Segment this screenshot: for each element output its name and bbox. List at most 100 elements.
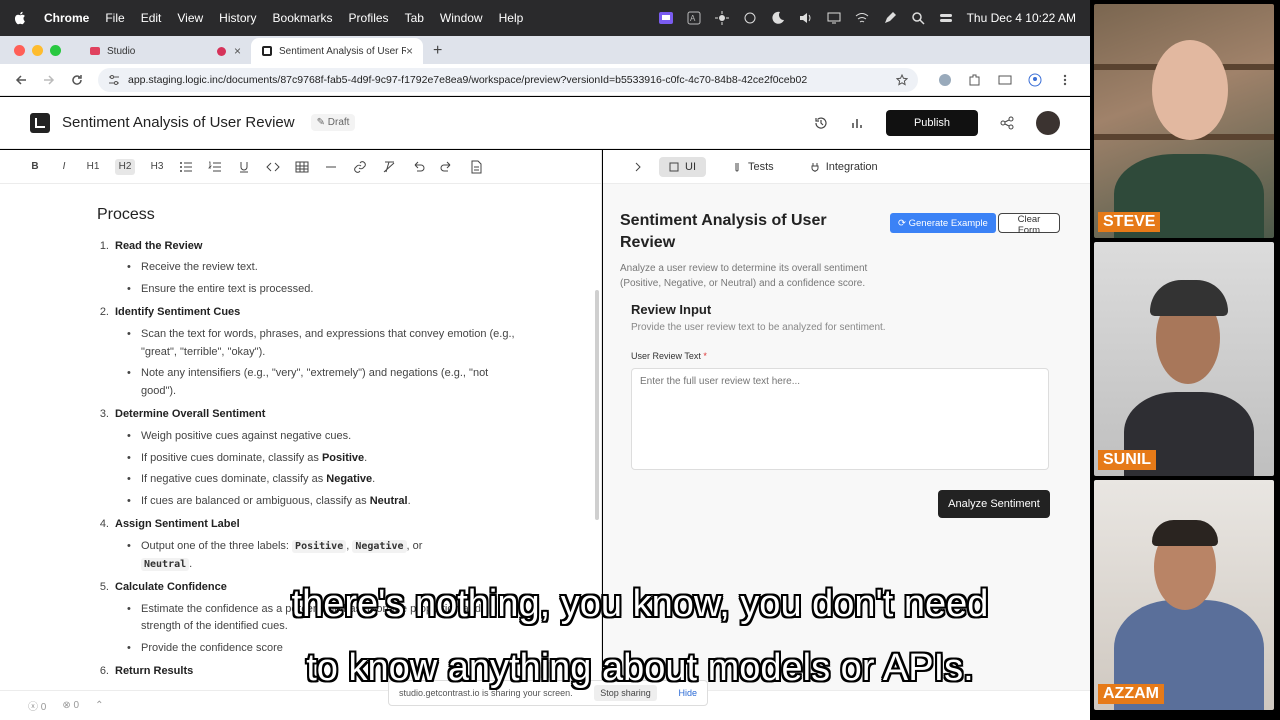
list-item: Scan the text for words, phrases, and ex… [127,326,517,361]
app-header: Sentiment Analysis of User Review ✎ Draf… [0,97,1090,149]
link-icon[interactable] [353,159,367,175]
profile-icon[interactable] [1028,73,1042,87]
maximize-window-button[interactable] [50,44,61,56]
participant-video-tile[interactable]: STEVE [1094,4,1274,238]
volume-icon[interactable] [799,11,813,25]
back-arrow-icon[interactable] [14,73,28,87]
numbered-list-icon[interactable] [208,159,222,175]
participant-video-tile[interactable]: AZZAM [1094,480,1274,710]
version-history-icon[interactable] [814,116,828,130]
table-icon[interactable] [295,159,309,175]
list-item: If cues are balanced or ambiguous, class… [127,493,517,511]
analyze-sentiment-button[interactable]: Analyze Sentiment [938,490,1050,518]
heading1-button[interactable]: H1 [86,159,100,175]
bookmark-star-icon[interactable] [896,73,908,86]
menubar-clock[interactable]: Thu Dec 4 10:22 AM [967,11,1076,25]
minimize-window-button[interactable] [32,44,43,56]
browser-menu-icon[interactable] [1058,73,1072,87]
process-step[interactable]: 1. Read the Review Receive the review tex… [97,238,517,299]
document-icon[interactable] [469,159,483,175]
undo-icon[interactable] [411,159,425,175]
menu-edit[interactable]: Edit [141,11,162,25]
tab-studio[interactable]: Studio × [79,38,251,64]
gamepad-icon[interactable] [743,11,757,25]
warnings-count[interactable]: ⊗ 0 [62,700,79,711]
clear-form-button[interactable]: Clear Form [998,213,1060,236]
translate-icon[interactable]: A [687,11,701,25]
close-tab-icon[interactable]: × [234,44,241,58]
section-heading-process[interactable]: Process [97,202,517,228]
tab-title: Studio [107,45,136,57]
horizontal-rule-icon[interactable] [324,159,338,175]
heading2-button[interactable]: H2 [115,158,135,175]
process-step[interactable]: 3. Determine Overall Sentiment Weigh posi… [97,406,517,510]
screen-share-icon[interactable] [658,11,673,25]
logic-logo-icon[interactable] [30,112,50,133]
heading3-button[interactable]: H3 [150,159,164,175]
bullet-list-icon[interactable] [179,159,193,175]
editor-toolbar: B I H1 H2 H3 [0,150,601,184]
moon-icon[interactable] [771,11,785,25]
section-subtitle: Provide the user review text to be analy… [631,322,886,333]
media-controls-icon[interactable] [998,73,1012,87]
macos-menu-bar: Chrome File Edit View History Bookmarks … [0,0,1090,36]
redo-icon[interactable] [440,159,454,175]
chevron-up-icon[interactable]: ⌃ [95,700,103,711]
participant-face [1152,40,1228,140]
menu-bookmarks[interactable]: Bookmarks [273,11,333,25]
sparkle-icon[interactable] [714,11,729,25]
errors-count[interactable]: ⓧ 0 [28,698,46,713]
tab-sentiment-analysis[interactable]: Sentiment Analysis of User R × [251,38,423,64]
recording-indicator-icon [216,46,226,56]
code-icon[interactable] [266,159,280,175]
process-step[interactable]: 2. Identify Sentiment Cues Scan the text … [97,304,517,400]
analytics-icon[interactable] [850,116,864,130]
pen-icon[interactable] [883,11,897,25]
menu-help[interactable]: Help [499,11,524,25]
menu-app-chrome[interactable]: Chrome [44,11,89,25]
video-caption: there's nothing, you know, you don't nee… [0,572,1280,700]
chevron-right-icon[interactable] [633,162,643,172]
publish-button[interactable]: Publish [886,109,978,136]
site-settings-icon[interactable] [108,74,120,86]
forward-arrow-icon[interactable] [42,73,56,87]
menu-window[interactable]: Window [440,11,483,25]
extension-badge-icon[interactable] [938,73,952,87]
menu-tab[interactable]: Tab [405,11,424,25]
svg-text:A: A [690,14,696,23]
reload-icon[interactable] [70,73,84,87]
spotlight-search-icon[interactable] [911,11,925,25]
participant-video-tile[interactable]: SUNIL [1094,242,1274,476]
generate-example-button[interactable]: ⟳ Generate Example [890,213,996,233]
menu-view[interactable]: View [177,11,203,25]
studio-favicon-icon [90,47,100,55]
user-avatar[interactable] [1036,110,1060,135]
url-omnibox[interactable]: app.staging.logic.inc/documents/87c9768f… [98,67,918,92]
tab-ui[interactable]: UI [659,156,706,177]
menu-file[interactable]: File [105,11,124,25]
label-negative: Negative [326,473,373,486]
share-icon[interactable] [1000,116,1014,130]
close-tab-icon[interactable]: × [406,44,413,58]
underline-icon[interactable] [237,159,251,175]
document-title[interactable]: Sentiment Analysis of User Review [62,114,295,131]
tab-integration[interactable]: Integration [800,157,888,177]
menu-history[interactable]: History [219,11,256,25]
review-text-input[interactable] [631,368,1049,470]
form-preview: Sentiment Analysis of User Review Analyz… [620,210,1060,518]
editor-scrollbar[interactable] [595,290,599,520]
tab-tests[interactable]: Tests [722,157,784,177]
participant-hair [1152,520,1218,546]
wifi-icon[interactable] [855,11,869,25]
apple-icon[interactable] [14,11,26,25]
process-step[interactable]: 4. Assign Sentiment Label Output one of t… [97,516,517,573]
bold-button[interactable]: B [28,159,42,175]
clear-format-icon[interactable] [382,159,396,175]
menu-profiles[interactable]: Profiles [349,11,389,25]
new-tab-button[interactable]: + [433,38,442,64]
display-icon[interactable] [827,11,841,25]
control-center-icon[interactable] [939,11,953,25]
close-window-button[interactable] [14,44,25,56]
extensions-puzzle-icon[interactable] [968,73,982,87]
italic-button[interactable]: I [57,159,71,175]
